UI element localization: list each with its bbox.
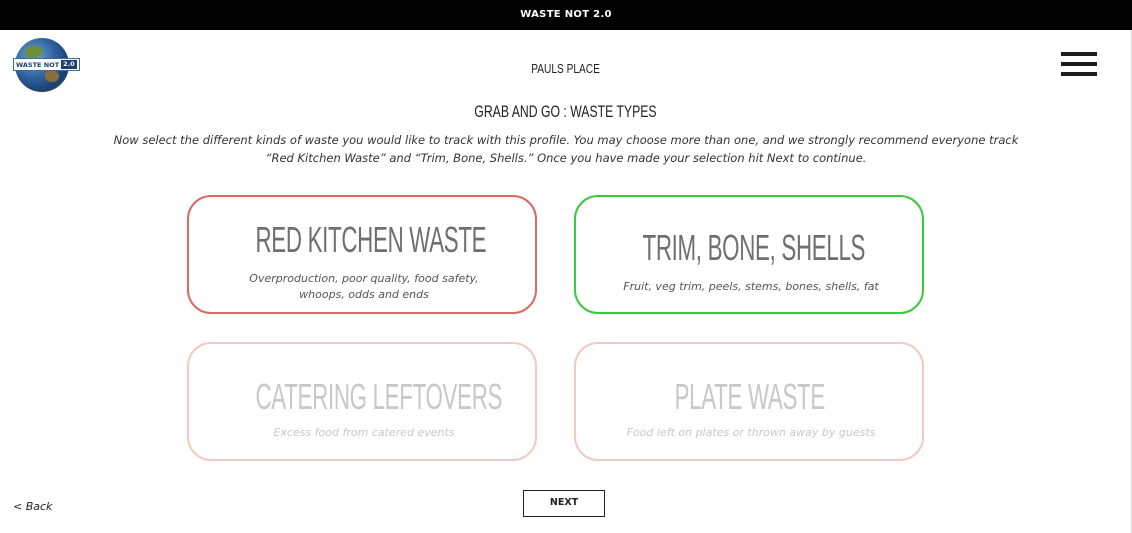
waste-type-description: Fruit, veg trim, peels, stems, bones, sh… xyxy=(623,280,879,293)
waste-type-description: Excess food from catered events xyxy=(273,426,455,439)
place-name: PAULS PLACE xyxy=(531,61,600,76)
waste-type-catering-leftovers[interactable]: CATERING LEFTOVERS Excess food from cate… xyxy=(187,342,537,461)
waste-type-description: Overproduction, poor quality, food safet… xyxy=(249,272,479,301)
back-link[interactable]: < Back xyxy=(13,500,52,513)
waste-type-title: CATERING LEFTOVERS xyxy=(255,376,503,417)
waste-type-description: Food left on plates or thrown away by gu… xyxy=(626,426,876,439)
hamburger-menu-icon[interactable] xyxy=(1061,50,1097,78)
waste-type-plate-waste[interactable]: PLATE WASTE Food left on plates or throw… xyxy=(574,342,924,461)
menu-line xyxy=(1061,72,1097,76)
logo-banner: WASTE NOT 2.0 xyxy=(13,58,80,71)
menu-line xyxy=(1061,52,1097,56)
waste-type-title: PLATE WASTE xyxy=(674,376,826,417)
waste-type-title: RED KITCHEN WASTE xyxy=(255,219,487,260)
logo-text: WASTE NOT xyxy=(16,60,60,69)
waste-not-logo[interactable]: WASTE NOT 2.0 xyxy=(13,38,80,92)
waste-type-title: TRIM, BONE, SHELLS xyxy=(642,227,866,268)
waste-type-trim-bone-shells[interactable]: TRIM, BONE, SHELLS Fruit, veg trim, peel… xyxy=(574,195,924,314)
app-title-bar: WASTE NOT 2.0 xyxy=(0,0,1132,30)
instructions-text: Now select the different kinds of waste … xyxy=(113,133,1019,165)
page-title: GRAB AND GO : WASTE TYPES xyxy=(474,102,657,121)
app-title: WASTE NOT 2.0 xyxy=(520,9,612,20)
logo-version: 2.0 xyxy=(61,60,77,69)
waste-type-red-kitchen-waste[interactable]: RED KITCHEN WASTE Overproduction, poor q… xyxy=(187,195,537,314)
next-button[interactable]: NEXT xyxy=(523,490,605,517)
globe-land-shape xyxy=(25,46,43,58)
menu-line xyxy=(1061,62,1097,66)
globe-land-shape xyxy=(45,70,59,82)
